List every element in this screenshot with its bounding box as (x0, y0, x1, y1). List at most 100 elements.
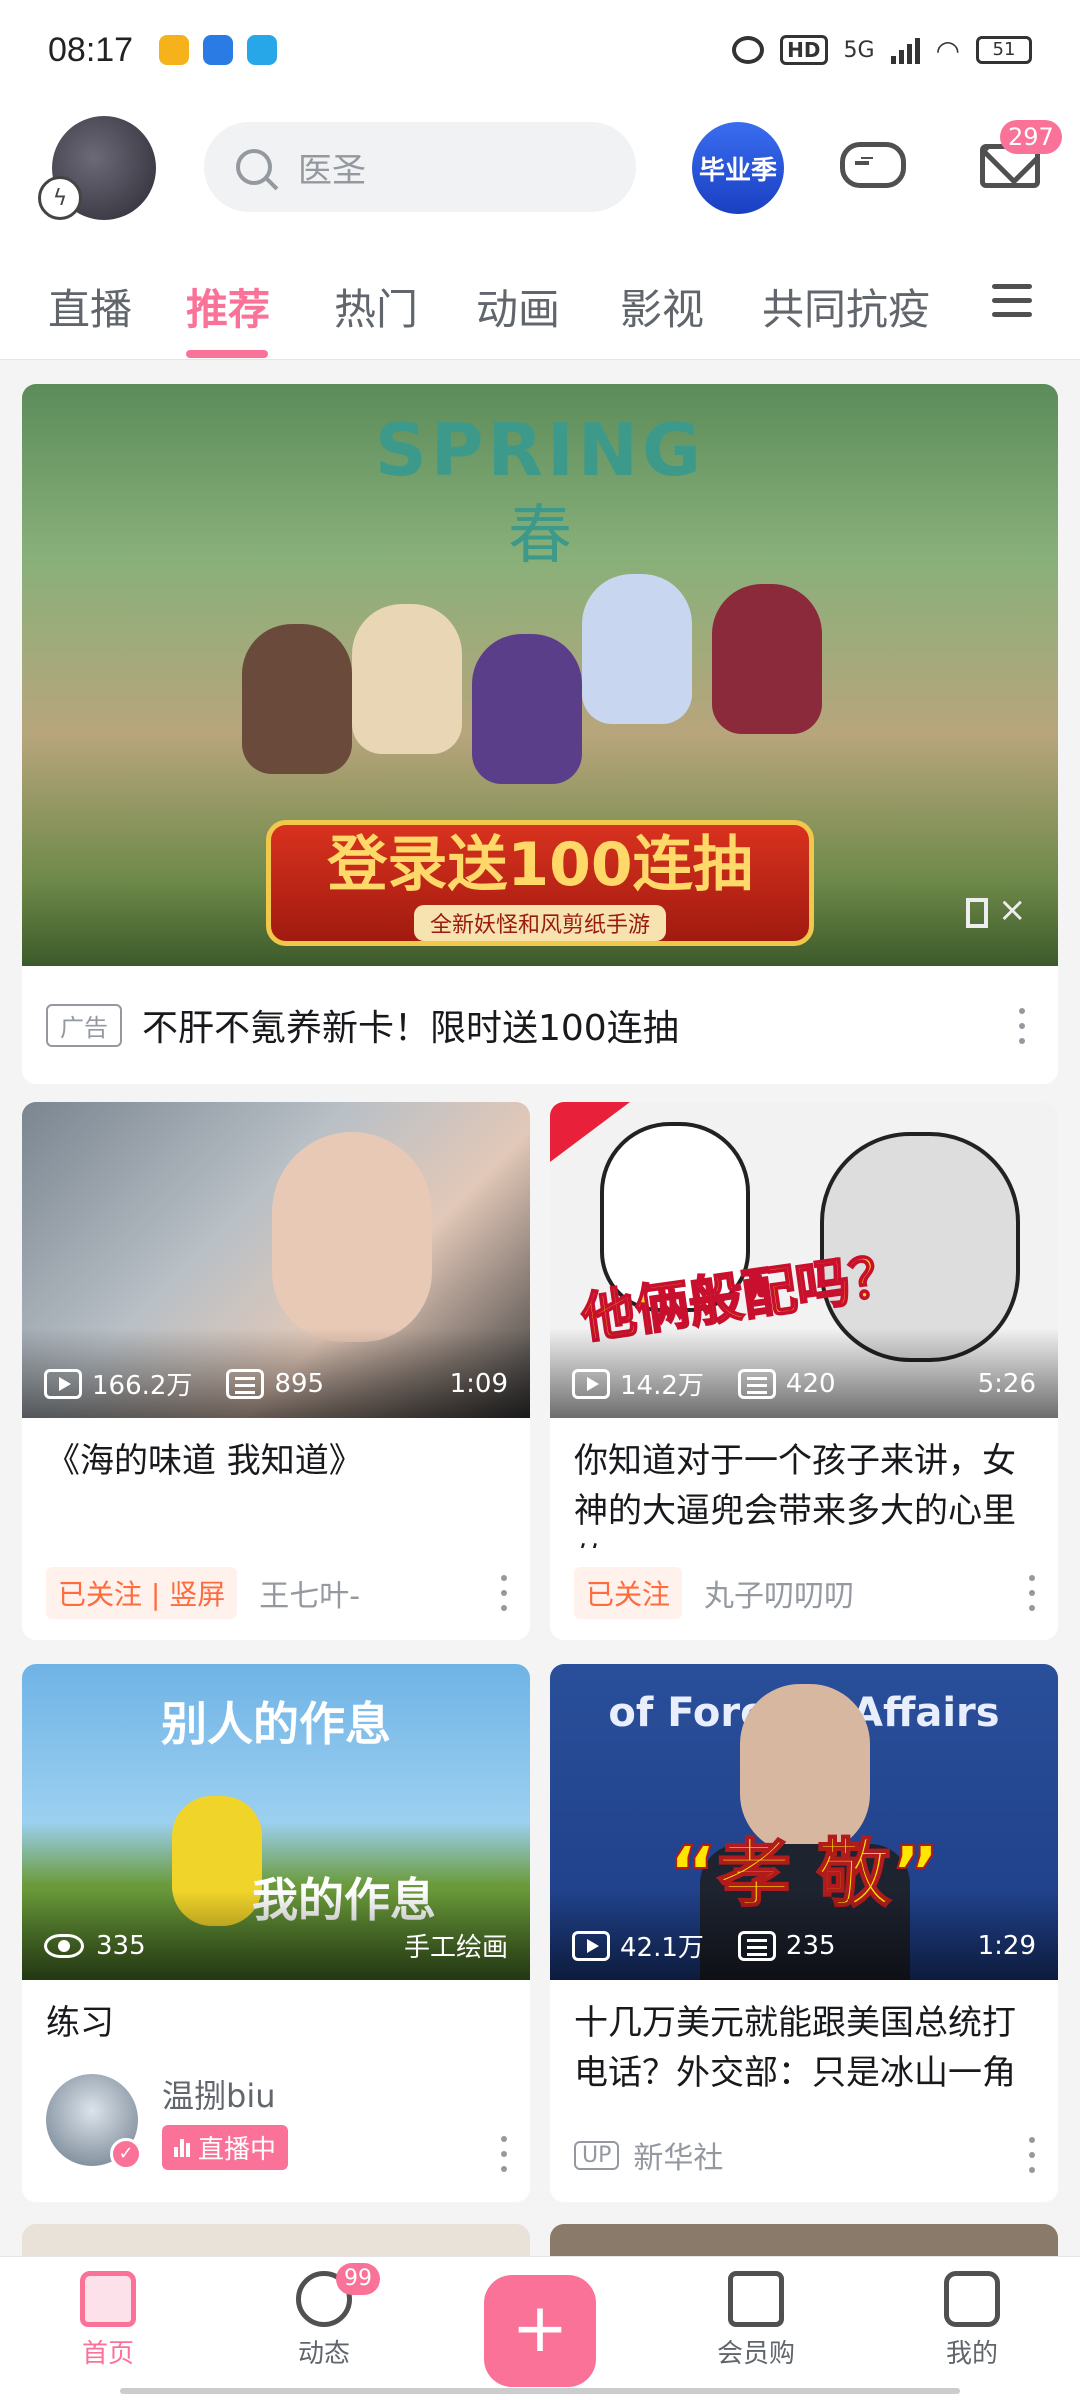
video-duration: 5:26 (977, 1368, 1036, 1399)
video-card[interactable]: 166.2万 895 1:09 《海的味道 我知道》 已关注 | 竖屏 王七叶- (22, 1102, 530, 1640)
menu-icon[interactable] (992, 284, 1032, 320)
notification-icons (159, 35, 278, 65)
more-options-icon[interactable] (1028, 2137, 1036, 2173)
thumbnail-figure (272, 1132, 432, 1342)
author-name[interactable]: 温捌biu (162, 2071, 288, 2117)
video-stats: 166.2万 895 1:09 (44, 1365, 508, 1402)
danmaku-count: 895 (274, 1368, 325, 1399)
eye-icon (44, 1933, 84, 1958)
banner-characters (242, 574, 862, 804)
game-controller-icon[interactable] (840, 142, 906, 188)
banner-art-title: SPRING (374, 408, 706, 492)
banner-art-title-cn: 春 (508, 499, 572, 573)
play-count-icon (44, 1368, 82, 1399)
nav-shop[interactable]: 会员购 (696, 2271, 816, 2370)
tab-anime[interactable]: 动画 (476, 276, 560, 337)
ad-tag: 广告 (46, 1003, 122, 1047)
nav-mine[interactable]: 我的 (912, 2271, 1032, 2370)
live-bars-icon (174, 2137, 190, 2157)
followed-tag: 已关注 | 竖屏 (46, 1567, 238, 1619)
author-name[interactable]: 丸子叨叨叨 (704, 1571, 854, 1615)
danmaku-icon (226, 1368, 265, 1399)
video-card[interactable]: 别人的作息 我的作息 335 手工绘画 练习 ✓ 温捌biu 直播中 (22, 1664, 530, 2202)
alarm-icon (732, 36, 765, 64)
more-options-icon[interactable] (500, 2136, 508, 2172)
mute-icon[interactable] (966, 884, 1027, 934)
hd-icon: HD (780, 35, 828, 65)
alipay-icon (203, 35, 234, 65)
video-meta: 已关注 丸子叨叨叨 (550, 1548, 1058, 1638)
tv-icon (944, 2271, 1000, 2327)
author-name[interactable]: 新华社 (633, 2133, 723, 2177)
danmaku-icon (737, 1368, 776, 1399)
followed-tag: 已关注 (574, 1567, 683, 1619)
nav-home[interactable]: 首页 (48, 2271, 168, 2370)
video-title: 《海的味道 我知道》 (46, 1441, 363, 1481)
live-badge-label: 直播中 (198, 2134, 277, 2165)
nav-home-label: 首页 (81, 2339, 134, 2369)
video-stats: 14.2万 420 5:26 (572, 1365, 1036, 1402)
play-count: 14.2万 (620, 1371, 704, 1401)
wifi-icon: ◠ (935, 33, 960, 67)
danmaku-count: 420 (785, 1368, 836, 1399)
video-meta: 已关注 | 竖屏 王七叶- (22, 1548, 530, 1638)
search-input[interactable]: 医圣 (204, 122, 636, 212)
author-name[interactable]: 王七叶- (259, 1571, 360, 1615)
banner-title: 不肝不氪养新卡！限时送100连抽 (142, 1008, 679, 1049)
video-duration: 1:09 (449, 1368, 508, 1399)
play-count-icon (572, 1368, 610, 1399)
promo-banner: 登录送100连抽 全新妖怪和风剪纸手游 (266, 820, 814, 946)
banner-caption: 广告 不肝不氪养新卡！限时送100连抽 (22, 966, 1058, 1084)
play-count-icon (572, 1930, 610, 1961)
video-thumbnail: 166.2万 895 1:09 (22, 1102, 530, 1418)
video-card[interactable]: 他俩般配吗？ 14.2万 420 5:26 你知道对于一个孩子来讲，女神的大逼兜… (550, 1102, 1058, 1640)
video-thumbnail: of Foreign Affairs “孝 敬” 42.1万 235 1:29 (550, 1664, 1058, 1980)
bottom-navigation: 首页 动态 99 + 会员购 我的 (0, 2256, 1080, 2400)
upload-button[interactable]: + (484, 2275, 596, 2387)
play-count: 42.1万 (620, 1933, 704, 1963)
dynamic-badge: 99 (336, 2263, 380, 2295)
telegram-icon (247, 35, 278, 65)
danmaku-count: 235 (785, 1930, 836, 1961)
author-avatar[interactable]: ✓ (46, 2074, 142, 2170)
banner-ad-card[interactable]: SPRING 春 登录送100连抽 全新妖怪和风剪纸手游 广告 不肝不氪养新卡！… (22, 384, 1058, 1084)
signal-icon (890, 36, 920, 64)
status-bar: 08:17 HD 5G ◠ 51 (0, 0, 1080, 100)
graduation-season-button[interactable]: 毕业季 (692, 122, 784, 214)
play-count: 166.2万 (92, 1371, 193, 1401)
active-tab-indicator (186, 350, 268, 358)
video-category: 手工绘画 (403, 1933, 508, 1963)
live-badge[interactable]: 直播中 (162, 2124, 289, 2170)
video-thumbnail: 他俩般配吗？ 14.2万 420 5:26 (550, 1102, 1058, 1418)
thumbnail-top-text: 别人的作息 (161, 1697, 391, 1751)
video-meta: ✓ 温捌biu 直播中 (22, 2050, 530, 2190)
home-icon (80, 2271, 136, 2327)
video-title: 练习 (46, 2003, 114, 2043)
system-icons: HD 5G ◠ 51 (732, 34, 1032, 67)
tab-film[interactable]: 影视 (620, 276, 704, 337)
search-placeholder: 医圣 (298, 150, 366, 191)
nav-dynamic-label: 动态 (297, 2339, 350, 2369)
more-options-icon[interactable] (1028, 1575, 1036, 1611)
promo-title: 登录送100连抽 (327, 830, 753, 900)
status-time: 08:17 (48, 30, 134, 69)
view-count: 335 (96, 1930, 146, 1961)
video-stats: 335 手工绘画 (44, 1927, 508, 1964)
weibo-icon (159, 35, 190, 65)
tab-hot[interactable]: 热门 (334, 276, 418, 337)
tab-recommend[interactable]: 推荐 (186, 276, 270, 337)
battery-icon: 51 (976, 36, 1032, 64)
video-meta: UP 新华社 (550, 2110, 1058, 2200)
tab-anti-epidemic[interactable]: 共同抗疫 (762, 276, 930, 337)
more-options-icon[interactable] (1018, 1008, 1026, 1044)
mail-count-badge: 297 (1000, 120, 1062, 154)
video-card[interactable]: of Foreign Affairs “孝 敬” 42.1万 235 1:29 … (550, 1664, 1058, 2202)
gesture-bar (120, 2388, 960, 2394)
video-stats: 42.1万 235 1:29 (572, 1927, 1036, 1964)
shopping-bag-icon (728, 2271, 784, 2327)
lightning-icon: ϟ (38, 176, 82, 220)
more-options-icon[interactable] (500, 1575, 508, 1611)
nav-mine-label: 我的 (945, 2339, 998, 2369)
tab-live[interactable]: 直播 (48, 276, 132, 337)
nav-shop-label: 会员购 (716, 2339, 795, 2369)
